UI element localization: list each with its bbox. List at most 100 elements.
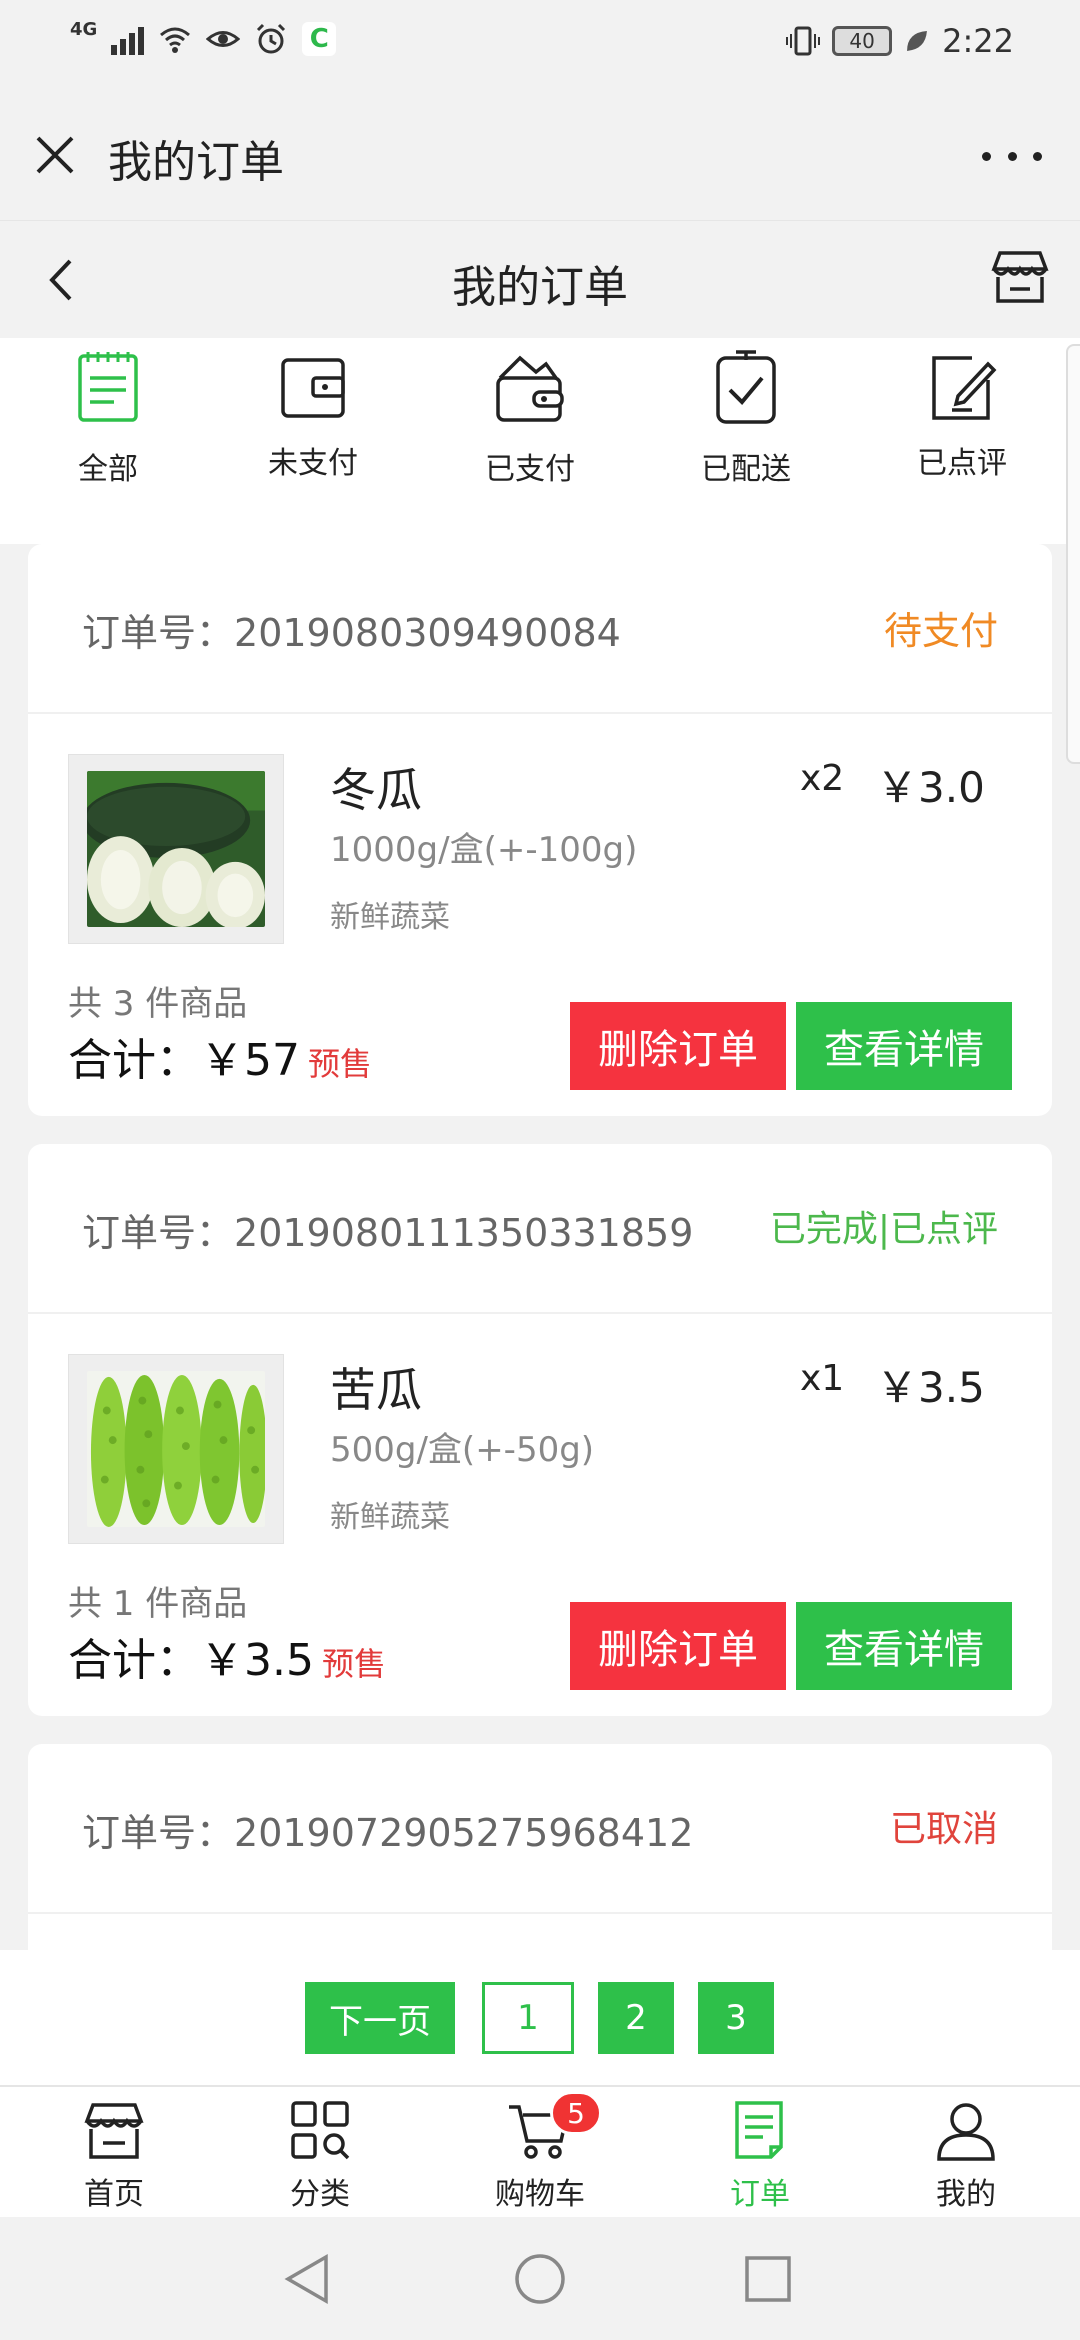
product-name: 苦瓜 — [330, 1363, 422, 1417]
product-price: ￥3.5 — [876, 1363, 985, 1412]
order-status: 已完成|已点评 — [769, 1209, 998, 1250]
order-footer: 共 1 件商品 合计：￥3.5 预售 删除订单 查看详情 — [28, 1574, 1052, 1714]
product-quantity: x1 — [800, 1358, 845, 1399]
view-details-button[interactable]: 查看详情 — [796, 1602, 1012, 1690]
nav-label: 分类 — [290, 2177, 350, 2212]
next-page-button[interactable]: 下一页 — [305, 1982, 455, 2054]
nav-label: 订单 — [730, 2177, 790, 2212]
product-category: 新鲜蔬菜 — [330, 1500, 450, 1535]
order-number: 订单号：2019072905275968412 — [82, 1802, 693, 1857]
product-price: ￥3.0 — [876, 763, 985, 812]
tab-paid[interactable]: 已支付 — [450, 348, 610, 488]
bottom-nav: 首页 分类 5 购物车 订单 我的 — [0, 2085, 1080, 2217]
order-status: 待支付 — [883, 609, 998, 653]
pagination: 下一页 1 2 3 — [0, 1950, 1080, 2085]
tab-all[interactable]: 全部 — [28, 348, 188, 488]
order-item[interactable]: 苦瓜 500g/盒(+-50g) 新鲜蔬菜 x1 ￥3.5 — [28, 1314, 1052, 1574]
order-total-amount: 合计：￥3.5 — [68, 1635, 314, 1686]
vibrate-icon — [786, 26, 821, 56]
product-spec: 500g/盒(+-50g) — [330, 1430, 595, 1470]
scrollbar[interactable] — [1066, 344, 1080, 764]
tab-label: 已配送 — [701, 452, 791, 487]
delete-order-button[interactable]: 删除订单 — [570, 1602, 786, 1690]
delete-order-button[interactable]: 删除订单 — [570, 1002, 786, 1090]
order-number-label: 订单号： — [82, 1211, 235, 1255]
winter-melon-image — [82, 771, 265, 929]
product-name: 冬瓜 — [330, 763, 422, 817]
order-filter-tabs: 全部 未支付 已支付 已配送 已点评 — [0, 338, 1080, 544]
app-title: 我的订单 — [108, 137, 284, 188]
order-card: 订单号：2019072905275968412 已取消 — [28, 1744, 1052, 1964]
view-details-button[interactable]: 查看详情 — [796, 1002, 1012, 1090]
presale-tag: 预售 — [321, 1645, 386, 1683]
order-number-value: 2019072905275968412 — [234, 1811, 694, 1855]
network-type: 4G — [70, 18, 98, 40]
app-c-icon: C — [302, 22, 337, 56]
presale-tag: 预售 — [308, 1045, 373, 1083]
back-triangle-icon[interactable] — [280, 2251, 336, 2307]
tab-label: 已点评 — [917, 446, 1007, 481]
order-item[interactable]: 冬瓜 1000g/盒(+-100g) 新鲜蔬菜 x2 ￥3.0 — [28, 714, 1052, 974]
status-right: 40 2:22 — [786, 22, 1014, 60]
order-doc-icon — [735, 2101, 783, 2159]
order-number-label: 订单号： — [82, 611, 235, 655]
clipboard-check-icon — [716, 350, 776, 424]
tab-label: 全部 — [78, 452, 138, 487]
tab-unpaid[interactable]: 未支付 — [233, 348, 393, 482]
leaf-icon — [907, 31, 928, 51]
close-icon[interactable] — [30, 130, 80, 180]
order-number-value: 2019080111350331859 — [234, 1211, 694, 1255]
order-total-amount: 合计：￥57 — [68, 1035, 300, 1086]
order-number: 订单号：2019080111350331859 — [82, 1202, 693, 1257]
signal-icon — [111, 23, 145, 55]
tab-delivered[interactable]: 已配送 — [666, 348, 826, 488]
page-1-button[interactable]: 1 — [482, 1982, 574, 2054]
item-count: 共 1 件商品 — [68, 1584, 248, 1624]
eye-icon — [206, 31, 241, 47]
recents-square-icon[interactable] — [740, 2251, 796, 2307]
page-3-button[interactable]: 3 — [698, 1982, 774, 2054]
home-circle-icon[interactable] — [512, 2251, 568, 2307]
tab-label: 未支付 — [268, 446, 358, 481]
store-icon[interactable] — [990, 247, 1050, 307]
battery-icon: 40 — [832, 26, 893, 56]
clock-time: 2:22 — [942, 22, 1014, 60]
order-card: 订单号：2019080309490084 待支付 冬瓜 1000g/盒(+-10… — [28, 544, 1052, 1116]
nav-category[interactable]: 分类 — [250, 2097, 390, 2213]
page-header: 我的订单 — [0, 220, 1080, 338]
cart-badge: 5 — [550, 2091, 602, 2135]
order-number: 订单号：2019080309490084 — [82, 602, 621, 657]
nav-label: 购物车 — [495, 2177, 585, 2212]
list-doc-icon — [78, 352, 138, 422]
page-2-button[interactable]: 2 — [598, 1982, 674, 2054]
category-grid-icon — [291, 2101, 350, 2160]
order-number-value: 2019080309490084 — [234, 611, 621, 655]
order-card: 订单号：2019080111350331859 已完成|已点评 苦瓜 500g/… — [28, 1144, 1052, 1716]
user-icon — [937, 2103, 995, 2161]
product-quantity: x2 — [800, 758, 845, 799]
bitter-melon-image — [87, 1371, 267, 1527]
home-store-icon — [84, 2103, 144, 2159]
wifi-icon — [160, 27, 191, 53]
tab-label: 已支付 — [485, 452, 575, 487]
app-title-bar: 我的订单 — [0, 90, 1080, 220]
nav-label: 首页 — [84, 2177, 144, 2212]
item-count: 共 3 件商品 — [68, 984, 248, 1024]
nav-cart[interactable]: 5 购物车 — [470, 2091, 610, 2213]
order-number-label: 订单号： — [82, 1811, 235, 1855]
nav-home[interactable]: 首页 — [44, 2097, 184, 2213]
edit-icon — [932, 356, 997, 420]
product-image[interactable] — [68, 1354, 284, 1544]
product-image[interactable] — [68, 754, 284, 944]
product-spec: 1000g/盒(+-100g) — [330, 830, 638, 870]
nav-label: 我的 — [936, 2177, 996, 2212]
product-category: 新鲜蔬菜 — [330, 900, 450, 935]
nav-orders[interactable]: 订单 — [690, 2097, 830, 2213]
nav-profile[interactable]: 我的 — [896, 2097, 1036, 2213]
order-header: 订单号：2019080309490084 待支付 — [28, 544, 1052, 714]
status-left: 4G C — [70, 18, 337, 56]
tab-reviewed[interactable]: 已点评 — [882, 348, 1042, 482]
order-status: 已取消 — [889, 1809, 998, 1850]
more-icon[interactable] — [982, 146, 1042, 166]
order-total: 合计：￥3.5 预售 — [68, 1624, 386, 1688]
